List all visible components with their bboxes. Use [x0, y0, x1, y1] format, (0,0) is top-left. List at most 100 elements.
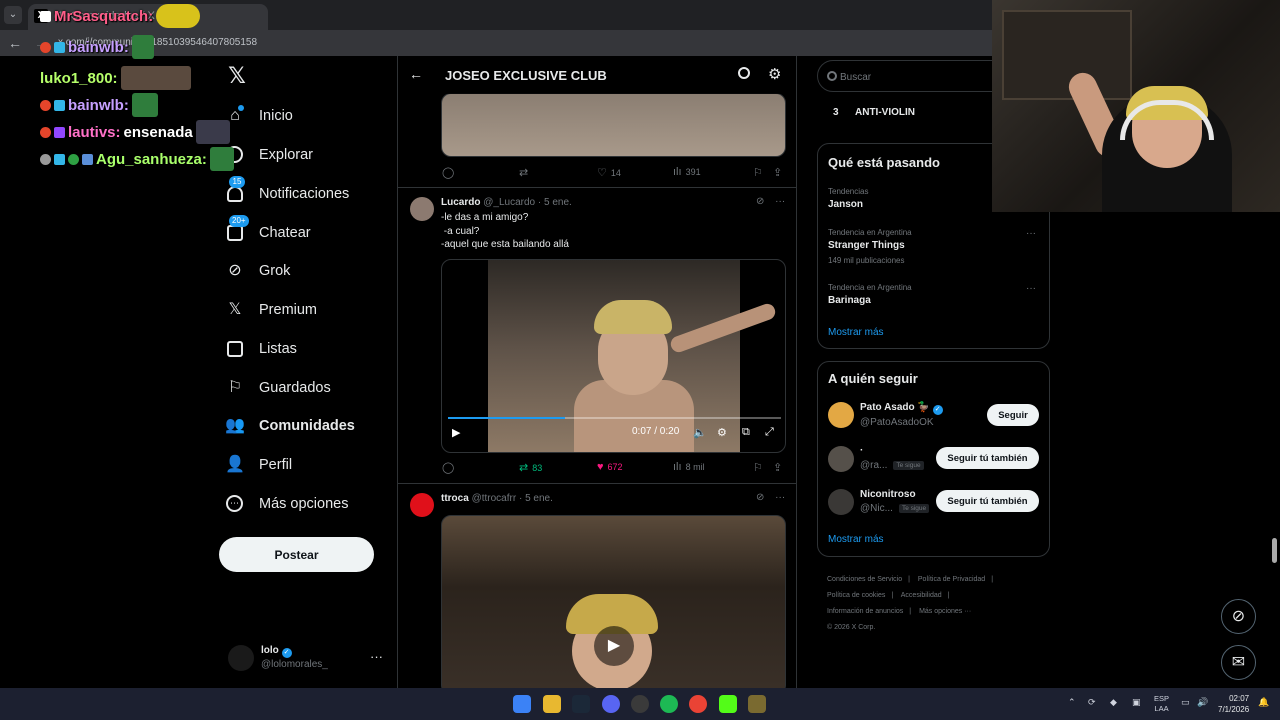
account-more-icon[interactable]: ··· [370, 649, 383, 664]
trend-more-icon[interactable]: ··· [1026, 283, 1036, 294]
retweet-icon[interactable]: ⇄ [519, 166, 528, 179]
sidebar-item-label: Más opciones [259, 496, 349, 512]
who-name[interactable]: Pato Asado 🦆 [860, 402, 930, 413]
tab-search-button[interactable]: ⌄ [4, 6, 22, 24]
steam-icon[interactable] [572, 695, 590, 713]
more-icon[interactable]: ··· [775, 196, 785, 207]
app-icon[interactable] [748, 695, 766, 713]
footer-link[interactable]: Política de cookies [827, 592, 885, 599]
notification-icon[interactable]: 🔔 [1258, 697, 1269, 708]
grok-icon[interactable]: ⊘ [756, 196, 764, 207]
reply-icon[interactable]: ◯ [442, 166, 454, 179]
sidebar-item-chatear[interactable]: 20+ Chatear [225, 215, 311, 248]
browser-back-icon[interactable]: ← [8, 35, 22, 51]
messages-fab-icon[interactable]: ✉ [1221, 645, 1256, 680]
trend-name[interactable]: Stranger Things [828, 240, 905, 251]
system-clock[interactable]: 02:07 7/1/2026 [1218, 693, 1249, 715]
sidebar-item-notificaciones[interactable]: 15 Notificaciones [225, 176, 349, 209]
sidebar-item-mas-opciones[interactable]: ⋯ Más opciones [225, 489, 348, 519]
tweet-author-handle[interactable]: @_Lucardo [483, 197, 535, 208]
chat-badge-icon [54, 153, 65, 165]
more-icon[interactable]: ··· [775, 492, 785, 503]
footer-link[interactable]: Política de Privacidad [918, 576, 985, 583]
tweet-author-name[interactable]: ttroca [441, 493, 469, 504]
avatar[interactable] [410, 197, 434, 221]
pip-icon[interactable]: ⧉ [742, 426, 750, 439]
trend-name[interactable]: Janson [828, 199, 863, 210]
sidebar-item-perfil[interactable]: 👤 Perfil [225, 450, 292, 480]
fullscreen-icon[interactable]: ⤢ [765, 426, 774, 439]
grok-fab-icon[interactable]: ⊘ [1221, 599, 1256, 634]
discord-icon[interactable] [602, 695, 620, 713]
avatar[interactable] [828, 402, 854, 428]
who-name[interactable]: · [860, 445, 863, 456]
share-icon[interactable]: ⇪ [773, 461, 782, 474]
gear-icon[interactable]: ⚙ [768, 65, 781, 83]
footer-link[interactable]: Información de anuncios [827, 608, 903, 615]
play-icon[interactable]: ▶ [594, 626, 634, 666]
tray-icon[interactable]: ◆ [1110, 697, 1117, 708]
chrome-icon[interactable] [689, 695, 707, 713]
retweet-button[interactable]: ⇄ 83 [519, 461, 542, 474]
avatar[interactable] [828, 446, 854, 472]
avatar[interactable] [828, 489, 854, 515]
bookmark-icon[interactable]: ⚐ [753, 166, 763, 179]
tweet-video-player[interactable]: ▶ 0:07 / 0:20 🔈 ⚙ ⧉ ⤢ [441, 259, 786, 453]
language-indicator[interactable]: ESP LAA [1154, 694, 1169, 714]
back-arrow-icon[interactable]: ← [409, 66, 423, 82]
tweet-media-image[interactable] [441, 93, 786, 157]
tray-icon[interactable]: ⟳ [1088, 697, 1096, 708]
footer-link[interactable]: Accesibilidad [901, 592, 942, 599]
tweet-author-name[interactable]: Lucardo [441, 197, 480, 208]
bookmark-icon[interactable]: ⚐ [753, 461, 763, 474]
obs-icon[interactable] [631, 695, 649, 713]
avatar[interactable] [410, 493, 434, 517]
sidebar-item-guardados[interactable]: ⚐ Guardados [225, 373, 331, 403]
grok-icon[interactable]: ⊘ [756, 492, 764, 503]
kick-icon[interactable] [719, 695, 737, 713]
sidebar-item-premium[interactable]: 𝕏 Premium [225, 295, 317, 325]
post-button[interactable]: Postear [219, 537, 374, 572]
follow-back-button[interactable]: Seguir tú también [936, 490, 1039, 512]
sidebar-item-listas[interactable]: Listas [225, 334, 297, 364]
spotify-icon[interactable] [660, 695, 678, 713]
like-button[interactable]: ♡ 14 [597, 166, 621, 179]
tweet-author-handle[interactable]: @ttrocafrr [472, 493, 517, 504]
views-button[interactable]: ılı 8 mil [673, 461, 705, 473]
follow-back-button[interactable]: Seguir tú también [936, 447, 1039, 469]
start-menu-icon[interactable] [513, 695, 531, 713]
tray-overflow-icon[interactable]: ⌃ [1068, 697, 1076, 708]
views-button[interactable]: ılı 391 [673, 166, 701, 178]
account-switcher[interactable]: lolo ✓ @lolomorales_ ··· [228, 643, 388, 673]
tweet-date[interactable]: 5 ene. [544, 197, 572, 208]
scrollbar[interactable] [1272, 538, 1277, 563]
video-progress-bar[interactable] [448, 417, 781, 419]
community-rule-item[interactable]: 3 ANTI-VIOLIN [833, 107, 915, 118]
file-explorer-icon[interactable] [543, 695, 561, 713]
who-name[interactable]: Niconitroso [860, 489, 916, 500]
play-icon[interactable]: ▶ [452, 426, 460, 439]
footer-link[interactable]: Condiciones de Servicio [827, 576, 902, 583]
volume-icon[interactable]: 🔈 [693, 426, 707, 439]
volume-icon[interactable]: 🔊 [1197, 697, 1208, 708]
trend-name[interactable]: Barinaga [828, 295, 871, 306]
share-icon[interactable]: ⇪ [773, 166, 782, 179]
sidebar-item-comunidades[interactable]: 👥 Comunidades [225, 411, 355, 441]
show-more-link[interactable]: Mostrar más [828, 327, 884, 338]
trend-more-icon[interactable]: ··· [1026, 228, 1036, 239]
like-button[interactable]: ♥ 672 [597, 461, 623, 473]
sidebar-item-inicio[interactable]: ⌂ Inicio [225, 101, 293, 131]
sidebar-item-grok[interactable]: ⊘ Grok [225, 256, 290, 286]
network-icon[interactable]: ▭ [1181, 697, 1190, 708]
tweet-date[interactable]: 5 ene. [525, 493, 553, 504]
follow-button[interactable]: Seguir [987, 404, 1039, 426]
footer-link[interactable]: Más opciones ··· [919, 608, 971, 615]
tweet-video-player[interactable]: ▶ [441, 515, 786, 688]
tray-icon[interactable]: ▣ [1132, 697, 1141, 708]
search-icon[interactable] [738, 67, 750, 79]
video-settings-icon[interactable]: ⚙ [717, 426, 727, 439]
show-more-link[interactable]: Mostrar más [828, 534, 884, 545]
sidebar-item-explorar[interactable]: Explorar [225, 140, 313, 170]
reply-icon[interactable]: ◯ [442, 461, 454, 474]
grok-icon: ⊘ [228, 262, 242, 279]
